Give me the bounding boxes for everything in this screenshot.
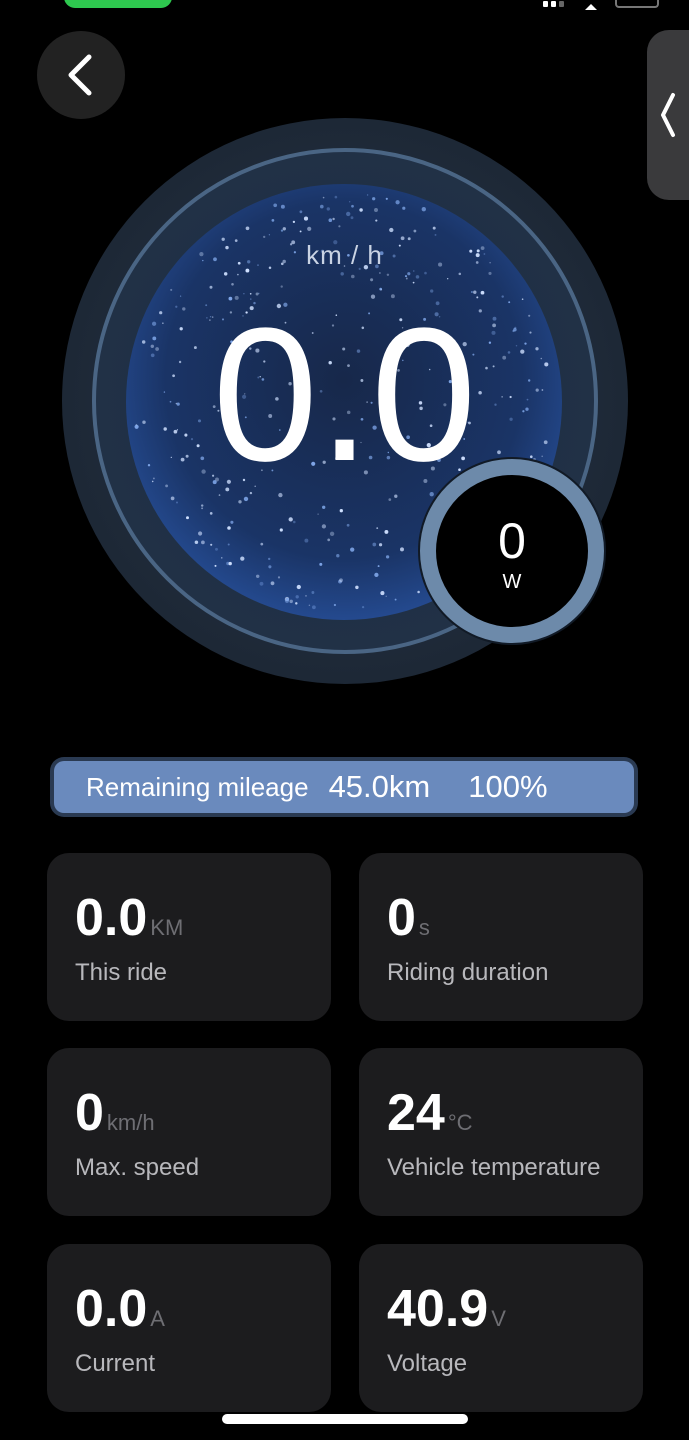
stat-card-riding-duration: 0 s Riding duration bbox=[359, 853, 643, 1021]
back-button[interactable] bbox=[37, 31, 125, 119]
wifi-icon bbox=[585, 0, 597, 10]
stat-card-this-ride: 0.0 KM This ride bbox=[47, 853, 331, 1021]
signal-icon bbox=[543, 0, 567, 7]
stat-label: Current bbox=[75, 1350, 156, 1377]
stat-unit: km/h bbox=[106, 1110, 155, 1135]
remaining-mileage-bar: Remaining mileage 45.0km 100% bbox=[50, 757, 638, 817]
remaining-mileage-percent: 100% bbox=[468, 769, 548, 804]
stat-value: 0.0 bbox=[75, 1280, 148, 1338]
side-drawer-tab[interactable] bbox=[647, 30, 689, 200]
stat-label: Vehicle temperature bbox=[387, 1154, 601, 1181]
status-bar-icons bbox=[543, 0, 659, 10]
stat-value: 0 bbox=[387, 889, 416, 947]
power-unit: W bbox=[502, 570, 522, 593]
stat-unit: °C bbox=[447, 1110, 473, 1135]
status-call-pill bbox=[64, 0, 172, 8]
stat-value: 40.9 bbox=[387, 1280, 489, 1338]
stat-unit: V bbox=[491, 1306, 506, 1331]
remaining-mileage-distance: 45.0km bbox=[328, 769, 431, 804]
stat-unit: s bbox=[418, 915, 430, 940]
stat-unit: KM bbox=[150, 915, 184, 940]
stat-label: This ride bbox=[75, 959, 168, 986]
remaining-mileage-fill: Remaining mileage 45.0km 100% bbox=[54, 761, 634, 813]
stat-label: Voltage bbox=[387, 1350, 468, 1377]
stat-unit: A bbox=[150, 1306, 165, 1331]
stat-value: 24 bbox=[387, 1084, 445, 1142]
stat-card-vehicle-temperature: 24 °C Vehicle temperature bbox=[359, 1048, 643, 1216]
speed-unit: km / h bbox=[306, 240, 383, 270]
home-indicator[interactable] bbox=[222, 1414, 468, 1424]
stat-label: Max. speed bbox=[75, 1154, 200, 1181]
stat-card-voltage: 40.9 V Voltage bbox=[359, 1244, 643, 1412]
stat-value: 0.0 bbox=[75, 889, 148, 947]
chevron-left-icon bbox=[68, 54, 92, 96]
power-dial: 0 W bbox=[420, 459, 604, 643]
remaining-mileage-label: Remaining mileage bbox=[86, 771, 309, 802]
stat-label: Riding duration bbox=[387, 959, 549, 986]
stat-card-max-speed: 0 km/h Max. speed bbox=[47, 1048, 331, 1216]
battery-icon bbox=[615, 0, 659, 8]
stat-value: 0 bbox=[75, 1084, 104, 1142]
power-value: 0 bbox=[498, 512, 526, 569]
stat-card-current: 0.0 A Current bbox=[47, 1244, 331, 1412]
speed-value: 0.0 bbox=[212, 289, 477, 501]
chevron-left-icon bbox=[661, 93, 675, 137]
